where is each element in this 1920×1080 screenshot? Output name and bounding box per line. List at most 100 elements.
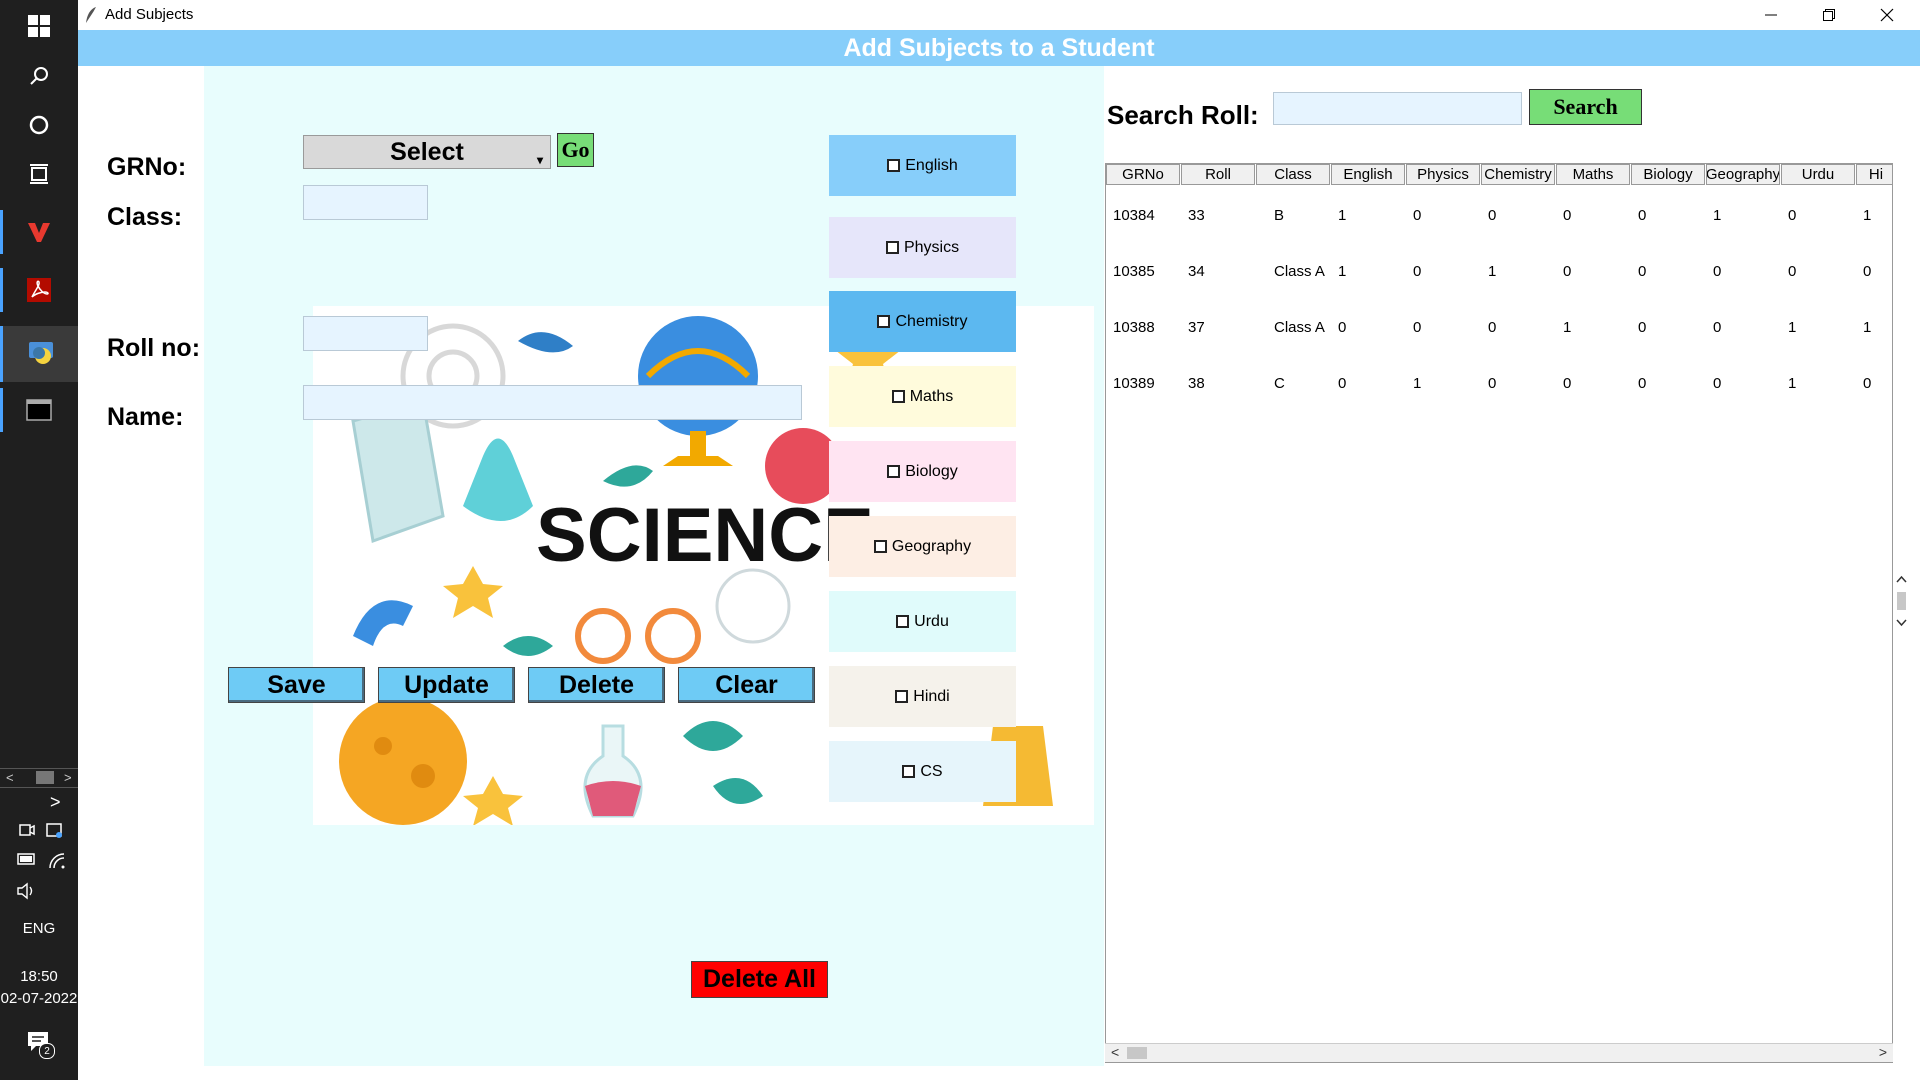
table-cell: 0 — [1563, 206, 1572, 224]
delete-button[interactable]: Delete — [528, 667, 665, 703]
column-header[interactable]: Urdu — [1781, 164, 1855, 185]
scroll-left-icon[interactable]: < — [6, 770, 14, 785]
minimize-button[interactable] — [1742, 0, 1800, 30]
column-header[interactable]: Biology — [1631, 164, 1705, 185]
table-cell: 10384 — [1113, 206, 1155, 224]
table-cell: 1 — [1863, 206, 1872, 224]
subject-checkbox-biology[interactable]: Biology — [829, 441, 1016, 502]
column-header[interactable]: GRNo — [1106, 164, 1180, 185]
checkbox-icon[interactable] — [902, 765, 916, 778]
checkbox-icon[interactable] — [877, 315, 891, 328]
roll-no-label: Roll no: — [107, 334, 201, 362]
go-button[interactable]: Go — [557, 133, 594, 167]
checkbox-icon[interactable] — [896, 615, 910, 628]
show-hidden-icons-icon[interactable]: > — [50, 792, 61, 813]
meet-now-icon[interactable] — [19, 822, 35, 843]
terminal-icon[interactable] — [0, 386, 78, 434]
table-vertical-scrollbar[interactable] — [1893, 572, 1910, 632]
scroll-thumb[interactable] — [36, 771, 54, 784]
table-row[interactable]: 10384 33 B 1 0 0 0 0 1 0 1 — [1106, 204, 1892, 226]
table-cell: 0 — [1863, 262, 1872, 280]
column-header[interactable]: Maths — [1556, 164, 1630, 185]
clock-time[interactable]: 18:50 — [0, 968, 78, 985]
checkbox-icon[interactable] — [895, 690, 909, 703]
column-header[interactable]: Physics — [1406, 164, 1480, 185]
checkbox-icon[interactable] — [887, 465, 901, 478]
volume-icon[interactable] — [16, 882, 38, 905]
subject-label: Chemistry — [895, 312, 968, 330]
table-cell: 0 — [1338, 318, 1347, 336]
close-button[interactable] — [1858, 0, 1916, 30]
search-button[interactable]: Search — [1529, 89, 1642, 125]
checkbox-icon[interactable] — [885, 241, 899, 254]
language-indicator[interactable]: ENG — [0, 920, 78, 937]
roll-no-field[interactable] — [303, 316, 428, 351]
python-app-icon[interactable] — [0, 326, 78, 382]
subject-checkbox-hindi[interactable]: Hindi — [829, 666, 1016, 727]
subject-checkbox-chemistry[interactable]: Chemistry — [829, 291, 1016, 352]
subject-checkbox-cs[interactable]: CS — [829, 741, 1016, 802]
table-cell: 1 — [1713, 206, 1722, 224]
subject-checkbox-maths[interactable]: Maths — [829, 366, 1016, 427]
search-roll-input[interactable] — [1273, 92, 1522, 125]
table-cell: 10385 — [1113, 262, 1155, 280]
scroll-left-icon[interactable]: < — [1111, 1044, 1119, 1060]
class-field[interactable] — [303, 185, 428, 220]
column-header[interactable]: English — [1331, 164, 1405, 185]
subject-checkbox-physics[interactable]: Physics — [829, 217, 1016, 278]
records-table[interactable]: GRNo Roll Class English Physics Chemistr… — [1105, 163, 1893, 1063]
clock-date[interactable]: 02-07-2022 — [0, 990, 78, 1007]
grno-combobox[interactable]: Select ▾ — [303, 135, 551, 169]
pdf-reader-icon[interactable] — [0, 266, 78, 314]
vivaldi-app-icon[interactable] — [0, 208, 78, 256]
subject-checkbox-english[interactable]: English — [829, 135, 1016, 196]
update-button[interactable]: Update — [378, 667, 515, 703]
notification-count-badge: 2 — [39, 1043, 55, 1059]
checkbox-icon[interactable] — [887, 159, 901, 172]
table-row[interactable]: 10388 37 Class A 0 0 0 1 0 0 1 1 — [1106, 316, 1892, 338]
clear-button[interactable]: Clear — [678, 667, 815, 703]
delete-all-button[interactable]: Delete All — [691, 961, 828, 998]
column-header[interactable]: Chemistry — [1481, 164, 1555, 185]
column-header[interactable]: Hi — [1856, 164, 1892, 185]
column-header[interactable]: Class — [1256, 164, 1330, 185]
table-row[interactable]: 10385 34 Class A 1 0 1 0 0 0 0 0 — [1106, 260, 1892, 282]
search-icon[interactable] — [0, 52, 78, 100]
battery-icon[interactable] — [17, 852, 37, 871]
taskbar: < > > ENG 18:50 02-07-2022 2 — [0, 0, 78, 1080]
notification-center-icon[interactable]: 2 — [26, 1030, 55, 1061]
window-titlebar[interactable]: Add Subjects — [78, 0, 1920, 30]
restore-button[interactable] — [1800, 0, 1858, 30]
wifi-icon[interactable] — [48, 852, 66, 875]
scroll-right-icon[interactable]: > — [1879, 1044, 1887, 1060]
table-cell: 1 — [1338, 206, 1347, 224]
grno-label: GRNo: — [107, 153, 187, 181]
taskbar-scrollbar[interactable]: < > — [0, 768, 78, 788]
table-cell: 0 — [1338, 374, 1347, 392]
column-header[interactable]: Roll — [1181, 164, 1255, 185]
device-sync-icon[interactable] — [46, 822, 64, 845]
checkbox-icon[interactable] — [891, 390, 905, 403]
name-field[interactable] — [303, 385, 802, 420]
scroll-thumb[interactable] — [1127, 1047, 1147, 1059]
search-roll-label: Search Roll: — [1107, 100, 1259, 130]
minimize-icon — [1765, 14, 1777, 16]
checkbox-icon[interactable] — [873, 540, 887, 553]
table-row[interactable]: 10389 38 C 0 1 0 0 0 0 1 0 — [1106, 372, 1892, 394]
subject-label: Maths — [909, 387, 954, 405]
table-horizontal-scrollbar[interactable]: < > — [1105, 1043, 1893, 1062]
table-cell: 1 — [1488, 262, 1497, 280]
column-header[interactable]: Geography — [1706, 164, 1780, 185]
table-cell: 0 — [1488, 374, 1497, 392]
subject-checkbox-geography[interactable]: Geography — [829, 516, 1016, 577]
cortana-icon[interactable] — [0, 101, 78, 149]
subject-label: Geography — [891, 537, 972, 555]
save-button[interactable]: Save — [228, 667, 365, 703]
scroll-right-icon[interactable]: > — [64, 770, 72, 785]
subject-checkbox-urdu[interactable]: Urdu — [829, 591, 1016, 652]
name-label: Name: — [107, 403, 184, 431]
subject-label: Urdu — [914, 612, 949, 630]
task-view-icon[interactable] — [0, 150, 78, 198]
chevron-down-icon[interactable]: ▾ — [532, 152, 548, 168]
windows-start-icon[interactable] — [0, 2, 78, 50]
